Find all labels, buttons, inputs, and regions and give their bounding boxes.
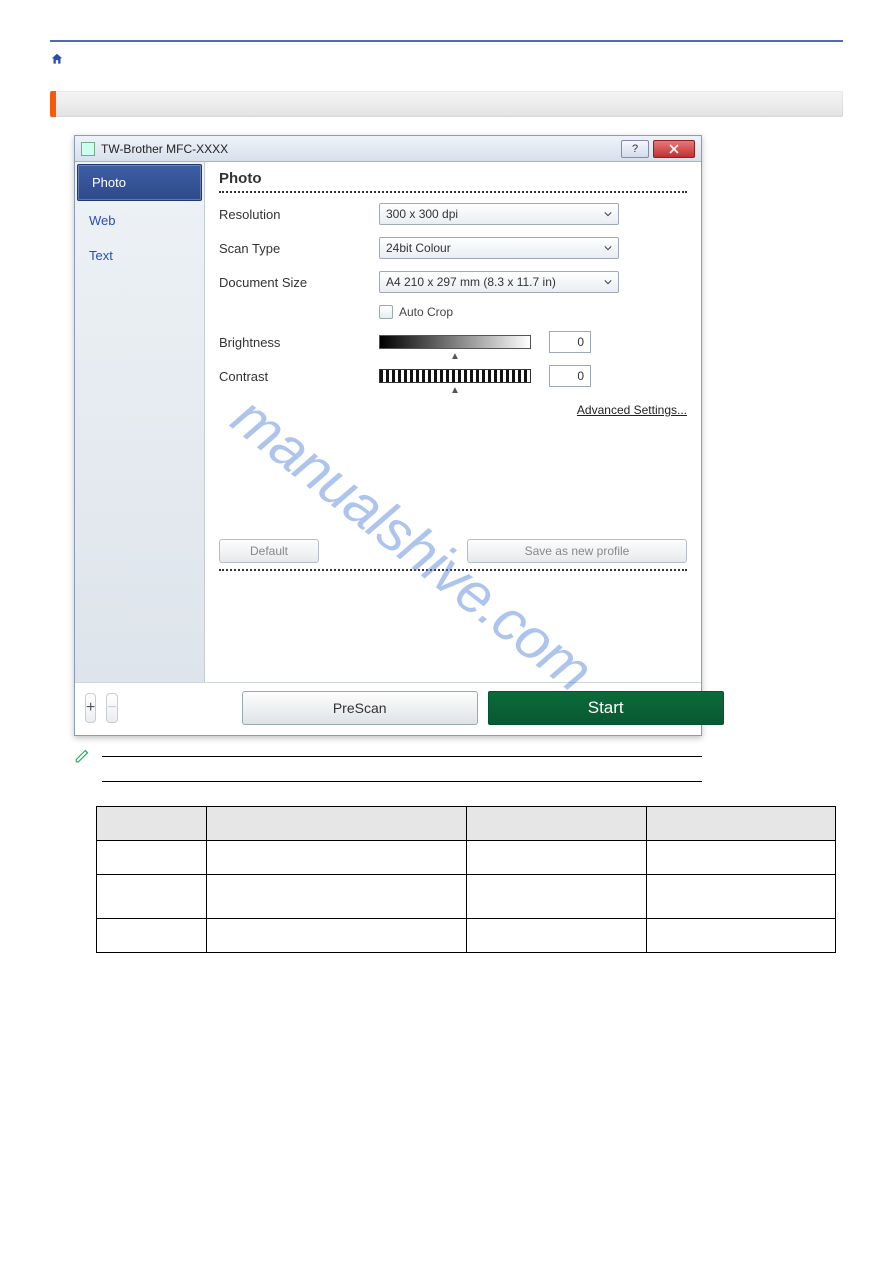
titlebar: TW-Brother MFC-XXXX ? (75, 136, 701, 162)
chevron-down-icon (604, 241, 612, 255)
brightness-label: Brightness (219, 335, 379, 350)
panel-heading: Photo (219, 170, 687, 187)
note-block (74, 746, 702, 782)
start-button[interactable]: Start (488, 691, 724, 725)
scantype-select[interactable]: 24bit Colour (379, 237, 619, 259)
action-bar: + − PreScan Start (75, 682, 701, 735)
autocrop-label: Auto Crop (399, 305, 453, 319)
docsize-select[interactable]: A4 210 x 297 mm (8.3 x 11.7 in) (379, 271, 619, 293)
tab-text[interactable]: Text (75, 238, 204, 273)
dotted-divider (219, 191, 687, 193)
chevron-down-icon (604, 207, 612, 221)
home-icon[interactable] (50, 52, 64, 69)
pencil-icon (74, 746, 92, 767)
autocrop-checkbox[interactable] (379, 305, 393, 319)
slider-thumb-icon: ▲ (450, 385, 460, 396)
brightness-value[interactable]: 0 (549, 331, 591, 353)
docsize-value: A4 210 x 297 mm (8.3 x 11.7 in) (386, 275, 556, 289)
tab-web[interactable]: Web (75, 203, 204, 238)
resolution-label: Resolution (219, 207, 379, 222)
contrast-slider[interactable]: ▲ (379, 369, 531, 383)
scan-settings-table (96, 806, 836, 953)
brightness-slider[interactable]: ▲ (379, 335, 531, 349)
section-heading-bar (50, 91, 843, 117)
chevron-down-icon (604, 275, 612, 289)
scantype-value: 24bit Colour (386, 241, 451, 255)
top-divider (50, 40, 843, 42)
scanner-dialog: TW-Brother MFC-XXXX ? Photo Web Text Pho… (74, 135, 702, 736)
advanced-settings-link[interactable]: Advanced Settings... (219, 403, 687, 417)
remove-profile-button[interactable]: − (106, 693, 117, 723)
tab-photo[interactable]: Photo (77, 164, 202, 201)
contrast-label: Contrast (219, 369, 379, 384)
resolution-value: 300 x 300 dpi (386, 207, 458, 221)
add-profile-button[interactable]: + (85, 693, 96, 723)
help-button[interactable]: ? (621, 140, 649, 158)
window-title: TW-Brother MFC-XXXX (101, 142, 621, 156)
settings-panel: Photo Resolution 300 x 300 dpi Scan Type… (205, 162, 701, 682)
default-button[interactable]: Default (219, 539, 319, 563)
docsize-label: Document Size (219, 275, 379, 290)
dotted-divider (219, 569, 687, 571)
app-icon (81, 142, 95, 156)
scantype-label: Scan Type (219, 241, 379, 256)
prescan-button[interactable]: PreScan (242, 691, 478, 725)
close-button[interactable] (653, 140, 695, 158)
slider-thumb-icon: ▲ (450, 351, 460, 362)
contrast-value[interactable]: 0 (549, 365, 591, 387)
sidebar: Photo Web Text (75, 162, 205, 682)
resolution-select[interactable]: 300 x 300 dpi (379, 203, 619, 225)
save-profile-button[interactable]: Save as new profile (467, 539, 687, 563)
